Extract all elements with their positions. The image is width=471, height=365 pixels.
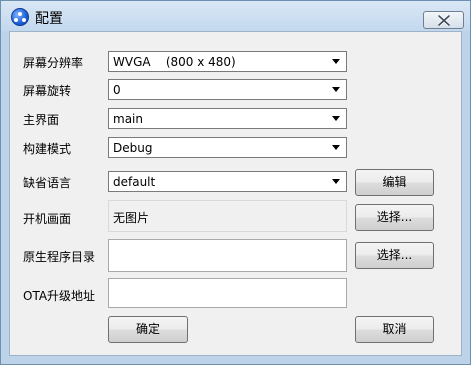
resolution-select[interactable]: WVGA (800 x 480)	[108, 51, 347, 72]
boot-image-label: 开机画面	[23, 212, 72, 226]
title-bar[interactable]: 配置	[1, 1, 470, 31]
language-select[interactable]: default	[108, 171, 347, 192]
language-value: default	[113, 175, 156, 189]
native-dir-input[interactable]	[108, 239, 347, 272]
main-ui-select[interactable]: main	[108, 108, 347, 129]
ok-button[interactable]: 确定	[108, 316, 188, 343]
chevron-down-icon	[332, 59, 340, 64]
rotation-dropdown-arrow[interactable]	[328, 81, 345, 98]
boot-image-value: 无图片	[113, 211, 150, 225]
language-label: 缺省语言	[23, 176, 72, 190]
build-mode-label: 构建模式	[23, 142, 72, 156]
main-ui-value: main	[113, 112, 143, 126]
main-ui-dropdown-arrow[interactable]	[328, 110, 345, 127]
rotation-value: 0	[113, 83, 121, 97]
chevron-down-icon	[332, 87, 340, 92]
window-title: 配置	[35, 11, 63, 27]
close-icon	[438, 15, 450, 26]
app-icon	[11, 8, 29, 26]
select-native-dir-button[interactable]: 选择...	[355, 242, 434, 269]
build-mode-value: Debug	[113, 141, 153, 155]
select-boot-image-button[interactable]: 选择...	[355, 204, 434, 231]
close-button[interactable]	[423, 11, 464, 29]
build-mode-dropdown-arrow[interactable]	[328, 139, 345, 156]
edit-language-button[interactable]: 编辑	[355, 169, 434, 196]
resolution-dropdown-arrow[interactable]	[328, 53, 345, 70]
resolution-label: 屏幕分辨率	[23, 56, 84, 70]
resolution-value: WVGA (800 x 480)	[113, 55, 236, 69]
main-ui-label: 主界面	[23, 113, 60, 127]
chevron-down-icon	[332, 116, 340, 121]
config-dialog: 配置 屏幕分辨率 WVGA (800 x 480) 屏幕旋转 0 主界面 mai…	[0, 0, 471, 365]
chevron-down-icon	[332, 179, 340, 184]
build-mode-select[interactable]: Debug	[108, 137, 347, 158]
chevron-down-icon	[332, 145, 340, 150]
language-dropdown-arrow[interactable]	[328, 173, 345, 190]
rotation-label: 屏幕旋转	[23, 84, 72, 98]
rotation-select[interactable]: 0	[108, 79, 347, 100]
native-dir-label: 原生程序目录	[23, 250, 96, 264]
ota-url-input[interactable]	[108, 278, 347, 308]
ota-url-label: OTA升级地址	[23, 289, 96, 303]
cancel-button[interactable]: 取消	[355, 316, 434, 343]
boot-image-field: 无图片	[108, 200, 347, 232]
